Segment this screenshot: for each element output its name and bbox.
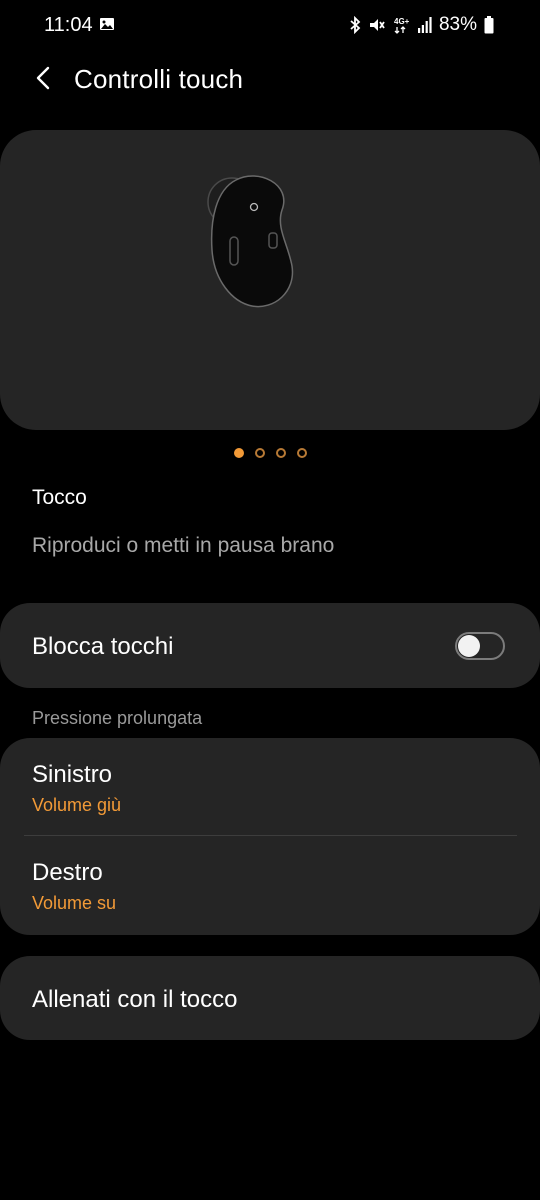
page-dot-4[interactable]: [296, 448, 307, 458]
status-time: 11:04: [44, 14, 93, 36]
long-press-left-item[interactable]: Sinistro Volume giù: [0, 738, 540, 836]
page-dot-2[interactable]: [254, 448, 265, 458]
practice-touch-label: Allenati con il tocco: [32, 986, 238, 1013]
tap-title: Tocco: [32, 486, 87, 509]
battery-icon: [484, 16, 494, 34]
long-press-right-value: Volume su: [32, 893, 117, 913]
lock-touch-label: Blocca tocchi: [32, 633, 174, 660]
earbud-illustration: [207, 175, 294, 308]
toggle-knob: [458, 635, 480, 657]
long-press-right-item[interactable]: Destro Volume su: [0, 836, 540, 934]
page-indicator: [0, 448, 540, 458]
svg-text:4G+: 4G+: [394, 17, 410, 26]
page-title: Controlli touch: [74, 64, 244, 94]
vibrate-mute-icon: [369, 19, 385, 31]
chevron-left-icon: [36, 66, 50, 90]
page-dot-1[interactable]: [233, 448, 244, 458]
app-header: Controlli touch: [0, 52, 540, 112]
long-press-left-title: Sinistro: [32, 761, 113, 788]
gallery-icon: [100, 18, 114, 30]
status-icons: 4G+ 83%: [349, 14, 494, 36]
long-press-left-value: Volume giù: [32, 795, 122, 815]
long-press-card: Sinistro Volume giù Destro Volume su: [0, 738, 540, 935]
bluetooth-icon: [350, 16, 361, 34]
tap-description: Riproduci o metti in pausa brano: [32, 534, 335, 557]
tap-section: Tocco Riproduci o metti in pausa brano: [32, 486, 334, 558]
battery-percent: 83%: [438, 14, 477, 35]
long-press-right-title: Destro: [32, 859, 103, 886]
illustration-card[interactable]: [0, 130, 540, 430]
network-4g-icon: 4G+: [394, 17, 410, 34]
practice-touch-row[interactable]: Allenati con il tocco: [0, 956, 540, 1040]
lock-touch-toggle[interactable]: [455, 632, 505, 660]
page-dot-3[interactable]: [275, 448, 286, 458]
status-bar: 11:04 4G+ 83%: [0, 0, 540, 52]
signal-icon: [417, 17, 432, 33]
long-press-header: Pressione prolungata: [32, 708, 203, 728]
back-button[interactable]: [28, 60, 58, 96]
